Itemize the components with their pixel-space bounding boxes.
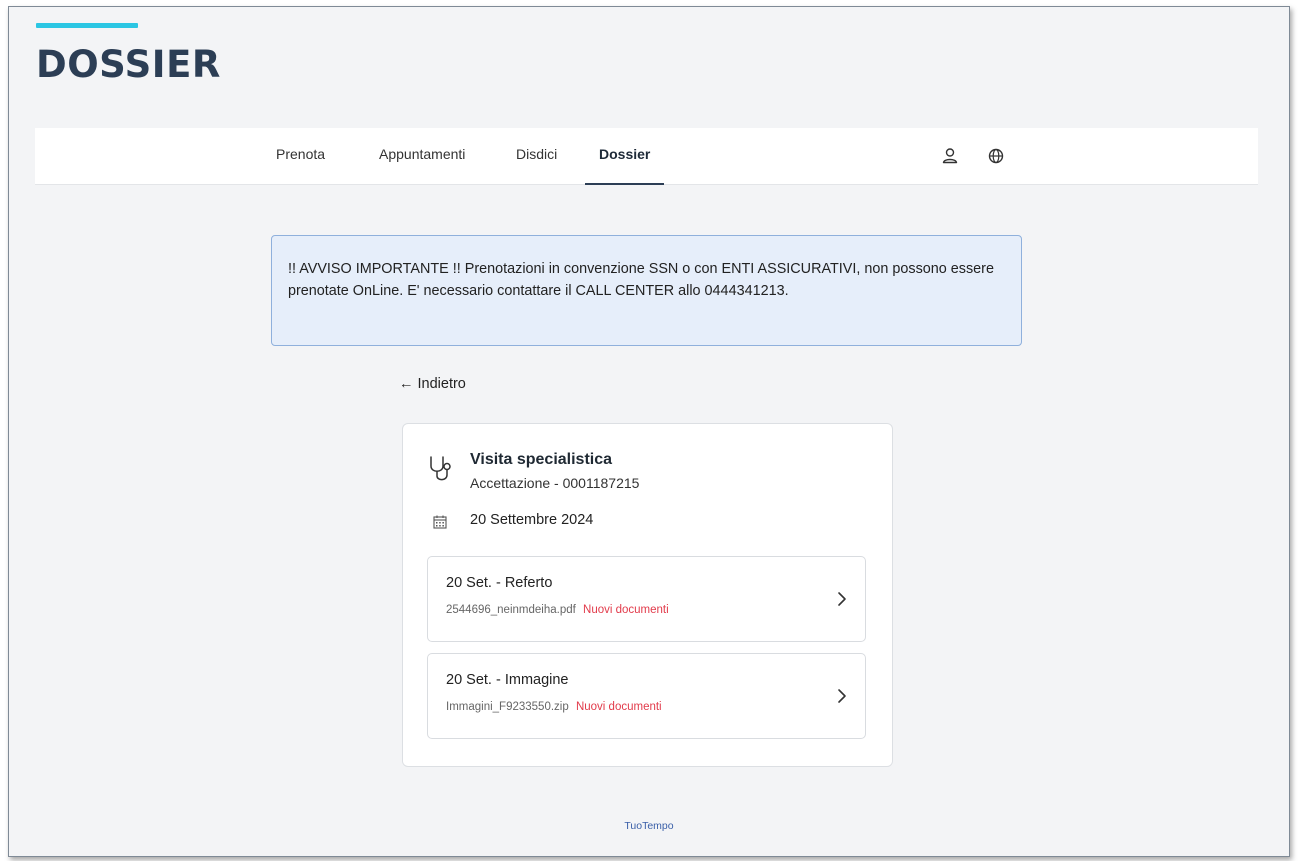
- globe-icon[interactable]: [986, 146, 1006, 166]
- app-window: DOSSIER Prenota Appuntamenti Disdici Dos…: [8, 6, 1290, 857]
- document-filename: Immagini_F9233550.zip: [446, 701, 569, 713]
- exam-acceptance: Accettazione - 0001187215: [470, 475, 640, 491]
- document-title: 20 Set. - Referto: [446, 575, 553, 591]
- document-title: 20 Set. - Immagine: [446, 672, 569, 688]
- nav-item-dossier[interactable]: Dossier: [584, 128, 665, 185]
- nav-item-appuntamenti[interactable]: Appuntamenti: [379, 128, 465, 185]
- document-item-immagine[interactable]: 20 Set. - Immagine Immagini_F9233550.zip…: [427, 653, 866, 739]
- document-filename: 2544696_neinmdeiha.pdf: [446, 604, 576, 616]
- footer-brand-link[interactable]: TuoTempo: [9, 820, 1289, 832]
- exam-title: Visita specialistica: [470, 451, 613, 468]
- notice-text: !! AVVISO IMPORTANTE !! Prenotazioni in …: [288, 261, 994, 299]
- user-icon[interactable]: [940, 146, 960, 166]
- new-documents-badge: Nuovi documenti: [583, 604, 669, 616]
- title-accent-bar: [36, 23, 138, 28]
- chevron-right-icon: [838, 592, 846, 606]
- important-notice-banner: !! AVVISO IMPORTANTE !! Prenotazioni in …: [271, 235, 1022, 346]
- chevron-right-icon: [838, 689, 846, 703]
- exam-card: Visita specialistica Accettazione - 0001…: [402, 423, 893, 767]
- back-link[interactable]: ← Indietro: [399, 376, 466, 392]
- footer-link-label[interactable]: TuoTempo: [624, 820, 673, 832]
- document-meta: 2544696_neinmdeiha.pdf Nuovi documenti: [446, 604, 669, 616]
- new-documents-badge: Nuovi documenti: [575, 701, 662, 713]
- exam-date: 20 Settembre 2024: [470, 512, 594, 528]
- nav-item-prenota[interactable]: Prenota: [276, 128, 325, 185]
- back-label: Indietro: [417, 376, 466, 392]
- stethoscope-icon: [430, 456, 451, 481]
- document-item-referto[interactable]: 20 Set. - Referto 2544696_neinmdeiha.pdf…: [427, 556, 866, 642]
- top-navbar: Prenota Appuntamenti Disdici Dossier: [35, 128, 1258, 185]
- calendar-icon: [433, 515, 447, 529]
- back-arrow-icon: ←: [399, 376, 414, 392]
- nav-item-disdici[interactable]: Disdici: [516, 128, 557, 185]
- document-meta: Immagini_F9233550.zip Nuovi documenti: [446, 701, 662, 713]
- page-title: DOSSIER: [36, 43, 221, 86]
